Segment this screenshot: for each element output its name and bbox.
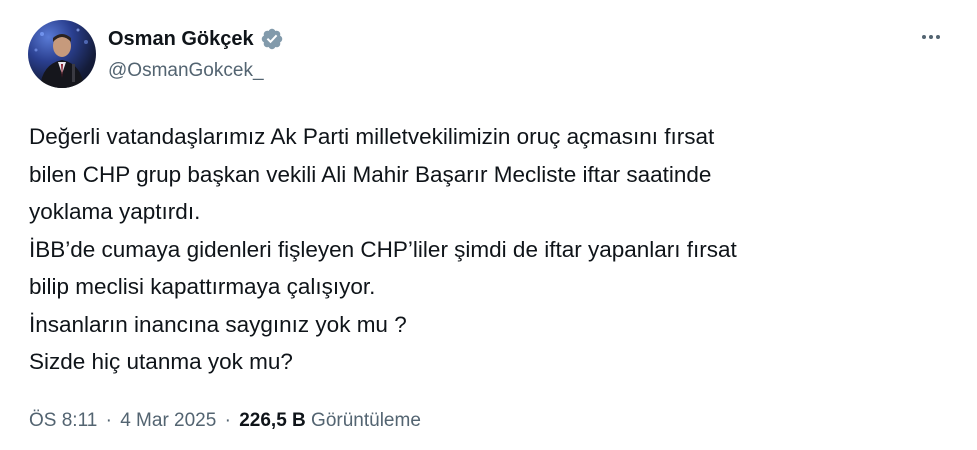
tweet-text-line: yoklama yaptırdı. [29, 199, 201, 224]
author-display-name[interactable]: Osman Gökçek [108, 28, 254, 51]
tweet-text-line: İnsanların inancına saygınız yok mu ? [29, 311, 407, 337]
tweet-text-line: İBB’de cumaya gidenleri fişleyen CHP’lil… [29, 236, 737, 262]
tweet-text-line: bilen CHP grup başkan vekili Ali Mahir B… [29, 161, 712, 187]
more-options-button[interactable] [917, 26, 945, 48]
author-handle[interactable]: @OsmanGokcek_ [108, 60, 264, 82]
tweet-card: Osman Gökçek @OsmanGokcek_ Değerli vatan… [0, 0, 977, 450]
tweet-time[interactable]: ÖS 8:11 [29, 410, 97, 431]
views-label: Görüntüleme [311, 410, 421, 431]
tweet-text-line: Sizde hiç utanma yok mu? [29, 349, 293, 374]
tweet-text: Değerli vatandaşlarımız Ak Parti milletv… [29, 118, 949, 381]
tweet-date[interactable]: 4 Mar 2025 [120, 410, 216, 431]
tweet-text-line: bilip meclisi kapattırmaya çalışıyor. [29, 274, 376, 299]
avatar[interactable] [28, 20, 96, 88]
avatar-image [34, 28, 88, 88]
verified-badge-icon [261, 28, 282, 50]
meta-separator: · [105, 410, 112, 431]
more-horizontal-icon [922, 35, 940, 39]
author-name-row: Osman Gökçek [108, 27, 284, 51]
tweet-meta: ÖS 8:11 · 4 Mar 2025 · 226,5 B Görüntüle… [29, 410, 421, 432]
views-count: 226,5 B [239, 410, 306, 431]
meta-separator: · [224, 410, 231, 431]
tweet-text-line: Değerli vatandaşlarımız Ak Parti milletv… [29, 124, 715, 149]
